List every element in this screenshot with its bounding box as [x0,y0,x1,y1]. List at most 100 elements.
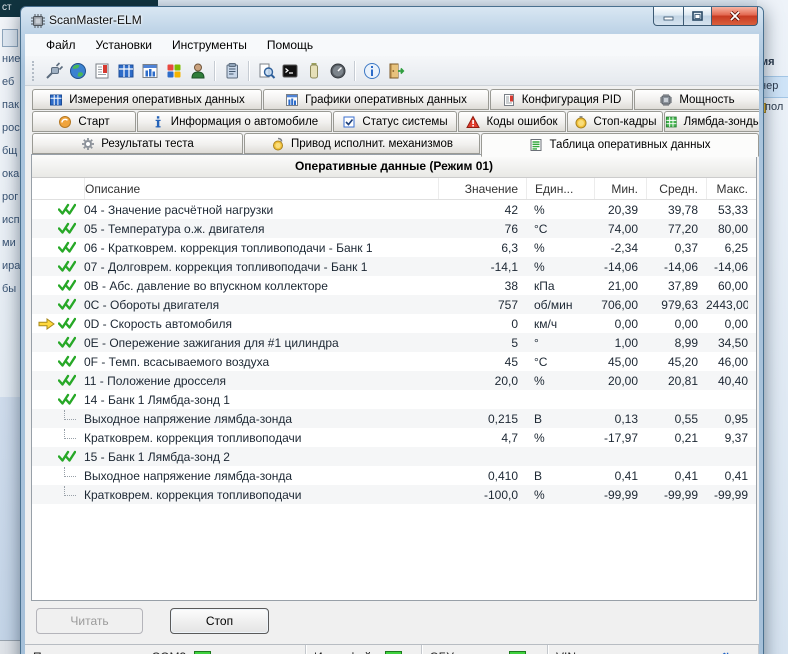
table-row[interactable]: 11 - Положение дросселя20,0%20,0020,8140… [32,371,756,390]
col-description[interactable]: Описание [84,178,430,199]
row-max: 40,40 [706,374,748,388]
table-row[interactable]: 15 - Банк 1 Лямбда-зонд 2 [32,447,756,466]
row-value: 5 [438,336,518,350]
table-row[interactable]: 04 - Значение расчётной нагрузки42%20,39… [32,200,756,219]
status-check-icon [342,115,356,129]
table-blue-icon [49,93,63,107]
menu-file[interactable]: Файл [37,36,85,54]
table-row[interactable]: 07 - Долговрем. коррекция топливоподачи … [32,257,756,276]
menu-tools[interactable]: Инструменты [163,36,256,54]
table-row[interactable]: 14 - Банк 1 Лямбда-зонд 1 [32,390,756,409]
background-text-fragment: рог [2,191,18,203]
menu-help[interactable]: Помощь [258,36,322,54]
traffic-arrows-icon: ⇅ [721,651,730,654]
table-row[interactable]: Кратковрем. коррекция топливоподачи4,7%-… [32,428,756,447]
table-header: Описание Значение Един... Мин. Средн. Ма… [32,178,756,200]
row-unit: кПа [526,279,586,293]
menu-settings[interactable]: Установки [87,36,161,54]
tab-system-status[interactable]: Статус системы [333,111,457,132]
toolbar-clipboard-button[interactable] [220,59,244,83]
search-document-icon [256,61,276,81]
toolbar-graphs-button[interactable] [138,59,162,83]
row-value: 0,410 [438,469,518,483]
table-row[interactable]: Выходное напряжение лямбда-зонда0,410В0,… [32,466,756,485]
table-row[interactable]: 0E - Опережение зажигания для #1 цилиндр… [32,333,756,352]
row-min: -17,97 [594,431,638,445]
col-max[interactable]: Макс. [706,178,748,199]
row-description: 05 - Температура о.ж. двигателя [84,222,430,236]
col-min[interactable]: Мин. [594,178,638,199]
panel-title: Оперативные данные (Режим 01) [32,155,756,178]
toolbar-gauge-button[interactable] [326,59,350,83]
tree-elbow-icon [64,467,76,477]
titlebar[interactable]: ScanMaster-ELM [21,7,763,34]
table-green-icon [529,138,543,152]
row-description: 06 - Кратковрем. коррекция топливоподачи… [84,241,430,255]
row-unit: об/мин [526,298,586,312]
tab-test-results[interactable]: Результаты теста [32,133,243,154]
tab-lambda-sensors[interactable]: Лямбда-зонды [664,111,759,132]
row-avg: 8,99 [646,336,698,350]
toolbar-user-button[interactable] [186,59,210,83]
tab-freeze-frames[interactable]: Стоп-кадры [567,111,663,132]
col-unit[interactable]: Един... [526,178,586,199]
info-i-icon [151,115,165,129]
table-row[interactable]: 06 - Кратковрем. коррекция топливоподачи… [32,238,756,257]
tab-live-data-measure[interactable]: Измерения оперативных данных [32,89,262,110]
tab-power[interactable]: Мощность [634,89,759,110]
table-row[interactable]: 0F - Темп. всасываемого воздуха45°C45,00… [32,352,756,371]
table-row[interactable]: 0B - Абс. давление во впускном коллектор… [32,276,756,295]
toolbar [25,56,759,86]
row-min: 0,13 [594,412,638,426]
toolbar-pid-button[interactable] [90,59,114,83]
row-max: 0,00 [706,317,748,331]
toolbar-connect-button[interactable] [42,59,66,83]
table-row[interactable]: 05 - Температура о.ж. двигателя76°C74,00… [32,219,756,238]
row-description: 0C - Обороты двигателя [84,298,430,312]
row-min: 0,41 [594,469,638,483]
data-table-icon [116,61,136,81]
current-row-arrow-icon [38,318,55,330]
lambda-grid-icon [665,115,678,129]
read-button[interactable]: Читать [36,608,143,634]
minimize-button[interactable] [653,7,684,26]
toolbar-windows-button[interactable] [162,59,186,83]
background-text-fragment: бы [2,283,16,295]
table-rows: 04 - Значение расчётной нагрузки42%20,39… [32,200,756,504]
toolbar-terminal-button[interactable] [278,59,302,83]
table-row[interactable]: Кратковрем. коррекция топливоподачи-100,… [32,485,756,504]
pid-card-icon [502,93,516,107]
tab-start[interactable]: Старт [32,111,136,132]
col-value[interactable]: Значение [438,178,518,199]
close-button[interactable] [712,7,758,26]
tab-live-data-graphs[interactable]: Графики оперативных данных [263,89,489,110]
row-value: 0,215 [438,412,518,426]
tab-vehicle-info[interactable]: Информация о автомобиле [137,111,332,132]
info-icon [362,61,382,81]
row-max: 60,00 [706,279,748,293]
tab-actuator-test[interactable]: Привод исполнит. механизмов [244,133,480,154]
table-row[interactable]: Выходное напряжение лямбда-зонда0,215В0,… [32,409,756,428]
toolbar-search-button[interactable] [254,59,278,83]
stop-button[interactable]: Стоп [170,608,269,634]
toolbar-table-button[interactable] [114,59,138,83]
background-bottom-fragment [0,640,20,654]
tree-elbow-icon [64,429,76,439]
tab-pid-config[interactable]: Конфигурация PID [490,89,633,110]
table-row[interactable]: 0C - Обороты двигателя757об/мин706,00979… [32,295,756,314]
terminal-icon [280,61,300,81]
tab-trouble-codes[interactable]: Коды ошибок [458,111,566,132]
row-avg: 37,89 [646,279,698,293]
maximize-button[interactable] [684,7,712,26]
col-avg[interactable]: Средн. [646,178,698,199]
toolbar-web-button[interactable] [66,59,90,83]
toolbar-exit-button[interactable] [384,59,408,83]
tab-live-data-table[interactable]: Таблица оперативных данных [481,133,759,157]
toolbar-battery-button[interactable] [302,59,326,83]
supported-check-icon [58,317,76,330]
row-max: -14,06 [706,260,748,274]
actuator-bell-icon [271,137,285,151]
table-row[interactable]: 0D - Скорость автомобиля0км/ч0,000,000,0… [32,314,756,333]
row-description: 0F - Темп. всасываемого воздуха [84,355,430,369]
toolbar-info-button[interactable] [360,59,384,83]
